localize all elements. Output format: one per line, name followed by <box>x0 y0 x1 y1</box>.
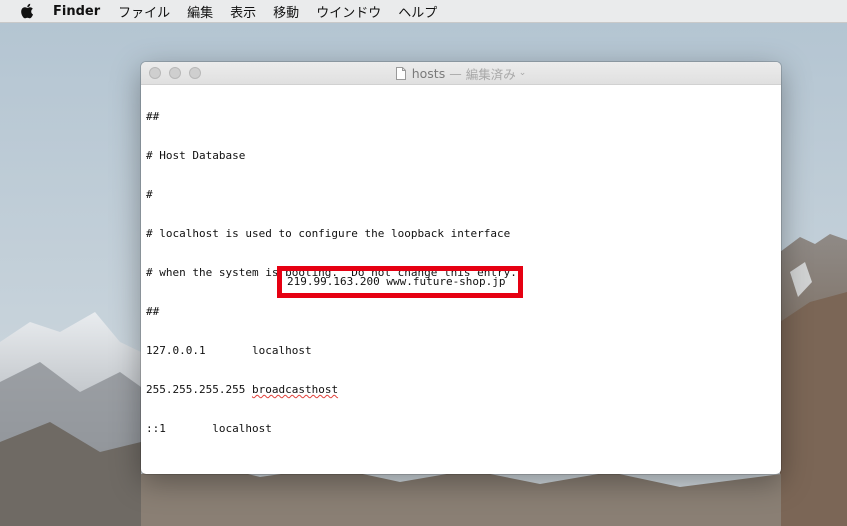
close-button[interactable] <box>149 67 161 79</box>
text-line-broadcast: 255.255.255.255 broadcasthost <box>146 383 781 396</box>
window-controls <box>149 67 201 79</box>
zoom-button[interactable] <box>189 67 201 79</box>
minimize-button[interactable] <box>169 67 181 79</box>
menu-edit[interactable]: 編集 <box>187 2 213 21</box>
menu-view[interactable]: 表示 <box>230 2 256 21</box>
window-title: hosts — 編集済み ⌄ <box>395 64 527 83</box>
app-menu-finder[interactable]: Finder <box>53 4 100 19</box>
edited-status[interactable]: 編集済み <box>466 64 516 83</box>
window-filename: hosts <box>411 65 446 81</box>
text-line: 127.0.0.1 localhost <box>146 344 312 357</box>
title-bar[interactable]: hosts — 編集済み ⌄ <box>141 62 781 85</box>
text-line: ## <box>146 110 160 123</box>
text-line: ## <box>146 305 160 318</box>
text-line: ::1 localhost <box>146 422 272 435</box>
text-line: # <box>146 188 153 201</box>
title-separator: — <box>449 65 462 81</box>
text-line: # Host Database <box>146 149 246 162</box>
text-line: # localhost is used to configure the loo… <box>146 227 511 240</box>
menu-help[interactable]: ヘルプ <box>398 2 437 21</box>
textedit-window: hosts — 編集済み ⌄ ## # Host Database # # lo… <box>141 62 781 474</box>
added-hosts-entry: 219.99.163.200 www.future-shop.jp <box>287 275 506 288</box>
menu-window[interactable]: ウインドウ <box>316 2 381 21</box>
menu-file[interactable]: ファイル <box>118 2 170 21</box>
apple-menu-icon[interactable] <box>20 3 34 19</box>
document-icon <box>395 66 406 80</box>
menu-go[interactable]: 移動 <box>273 2 299 21</box>
broadcast-address: 255.255.255.255 <box>146 383 252 396</box>
menu-bar: Finder ファイル 編集 表示 移動 ウインドウ ヘルプ <box>0 0 847 23</box>
misspelled-word: broadcasthost <box>251 383 339 396</box>
chevron-down-icon[interactable]: ⌄ <box>519 68 527 78</box>
